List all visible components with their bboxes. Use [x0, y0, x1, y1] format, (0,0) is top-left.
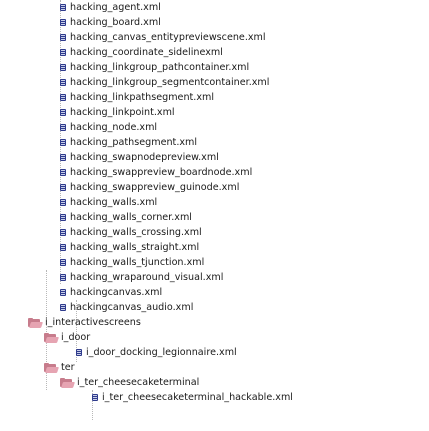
xml-file-icon [60, 4, 66, 11]
xml-file-icon [92, 394, 98, 401]
file-label: hacking_linkpathsegment.xml [70, 92, 215, 103]
xml-file-icon [60, 64, 66, 71]
xml-file-icon [60, 289, 66, 296]
tree-item-file[interactable]: hacking_swappreview_boardnode.xml [60, 165, 252, 180]
file-label: hacking_walls_tjunction.xml [70, 257, 205, 268]
file-label: i_ter_cheesecaketerminal_hackable.xml [102, 392, 293, 403]
xml-file-icon [60, 229, 66, 236]
tree-item-file[interactable]: hacking_walls_crossing.xml [60, 225, 202, 240]
tree-item-file[interactable]: hacking_node.xml [60, 120, 157, 135]
xml-file-icon [60, 244, 66, 251]
tree-item-file[interactable]: hacking_swapnodepreview.xml [60, 150, 219, 165]
file-label: hacking_walls_straight.xml [70, 242, 200, 253]
xml-file-icon [60, 304, 66, 311]
tree-item-file[interactable]: hacking_linkgroup_pathcontainer.xml [60, 60, 249, 75]
file-label: hacking_walls.xml [70, 197, 158, 208]
xml-file-icon [60, 154, 66, 161]
folder-label: i_interactivescreens [45, 317, 141, 328]
file-label: hacking_linkpoint.xml [70, 107, 175, 118]
xml-file-icon [60, 79, 66, 86]
file-label: hacking_linkgroup_segmentcontainer.xml [70, 77, 270, 88]
tree-item-folder-interactivescreens[interactable]: i_interactivescreens [28, 315, 141, 330]
tree-item-file[interactable]: hacking_linkpathsegment.xml [60, 90, 214, 105]
tree-item-file[interactable]: hackingcanvas.xml [60, 285, 162, 300]
file-label: hacking_walls_corner.xml [70, 212, 192, 223]
file-label: hackingcanvas_audio.xml [70, 302, 194, 313]
folder-label: i_door [61, 332, 91, 343]
file-label: hacking_walls_crossing.xml [70, 227, 202, 238]
tree-item-file[interactable]: hackingcanvas_audio.xml [60, 300, 193, 315]
xml-file-icon [60, 49, 66, 56]
file-label: hacking_pathsegment.xml [70, 137, 198, 148]
tree-item-file[interactable]: hacking_board.xml [60, 15, 161, 30]
xml-file-icon [60, 19, 66, 26]
tree-item-file[interactable]: hacking_pathsegment.xml [60, 135, 197, 150]
tree-item-folder-i-ter-cheesecaketerminal[interactable]: i_ter_cheesecaketerminal [60, 375, 199, 390]
tree-item-file[interactable]: i_ter_cheesecaketerminal_hackable.xml [92, 390, 293, 405]
xml-file-icon [60, 169, 66, 176]
tree-item-file[interactable]: hacking_walls_tjunction.xml [60, 255, 204, 270]
tree-item-file[interactable]: hacking_walls_straight.xml [60, 240, 199, 255]
file-label: hacking_swappreview_guinode.xml [70, 182, 240, 193]
folder-open-icon [60, 377, 75, 388]
file-label: hacking_swappreview_boardnode.xml [70, 167, 253, 178]
file-tree: hacking_agent.xml hacking_board.xml hack… [0, 0, 429, 431]
xml-file-icon [60, 199, 66, 206]
file-label: hacking_coordinate_sidelinexml [70, 47, 223, 58]
tree-item-folder-i-door[interactable]: i_door [44, 330, 90, 345]
tree-item-file[interactable]: hacking_linkgroup_segmentcontainer.xml [60, 75, 269, 90]
xml-file-icon [60, 139, 66, 146]
file-label: hackingcanvas.xml [70, 287, 163, 298]
xml-file-icon [60, 109, 66, 116]
file-label: hacking_canvas_entitypreviewscene.xml [70, 32, 266, 43]
folder-open-icon [44, 362, 59, 373]
file-label: hacking_node.xml [70, 122, 158, 133]
xml-file-icon [76, 349, 82, 356]
tree-item-file[interactable]: hacking_canvas_entitypreviewscene.xml [60, 30, 266, 45]
file-label: hacking_swapnodepreview.xml [70, 152, 219, 163]
file-label: i_door_docking_legionnaire.xml [86, 347, 237, 358]
xml-file-icon [60, 94, 66, 101]
file-label: hacking_board.xml [70, 17, 161, 28]
tree-item-file[interactable]: hacking_agent.xml [60, 0, 161, 15]
folder-label: i_ter_cheesecaketerminal [77, 377, 200, 388]
tree-item-file[interactable]: hacking_coordinate_sidelinexml [60, 45, 223, 60]
folder-open-icon [28, 317, 43, 328]
tree-item-file[interactable]: hacking_walls_corner.xml [60, 210, 192, 225]
folder-label: ter [61, 362, 75, 373]
xml-file-icon [60, 184, 66, 191]
tree-item-file[interactable]: i_door_docking_legionnaire.xml [76, 345, 237, 360]
tree-item-file[interactable]: hacking_linkpoint.xml [60, 105, 175, 120]
xml-file-icon [60, 214, 66, 221]
xml-file-icon [60, 274, 66, 281]
file-label: hacking_agent.xml [70, 2, 161, 13]
file-label: hacking_wraparound_visual.xml [70, 272, 224, 283]
tree-item-file[interactable]: hacking_swappreview_guinode.xml [60, 180, 239, 195]
folder-open-icon [44, 332, 59, 343]
tree-item-folder-ter[interactable]: ter [44, 360, 75, 375]
tree-item-file[interactable]: hacking_walls.xml [60, 195, 157, 210]
xml-file-icon [60, 124, 66, 131]
tree-item-file[interactable]: hacking_wraparound_visual.xml [60, 270, 223, 285]
file-label: hacking_linkgroup_pathcontainer.xml [70, 62, 250, 73]
xml-file-icon [60, 34, 66, 41]
xml-file-icon [60, 259, 66, 266]
